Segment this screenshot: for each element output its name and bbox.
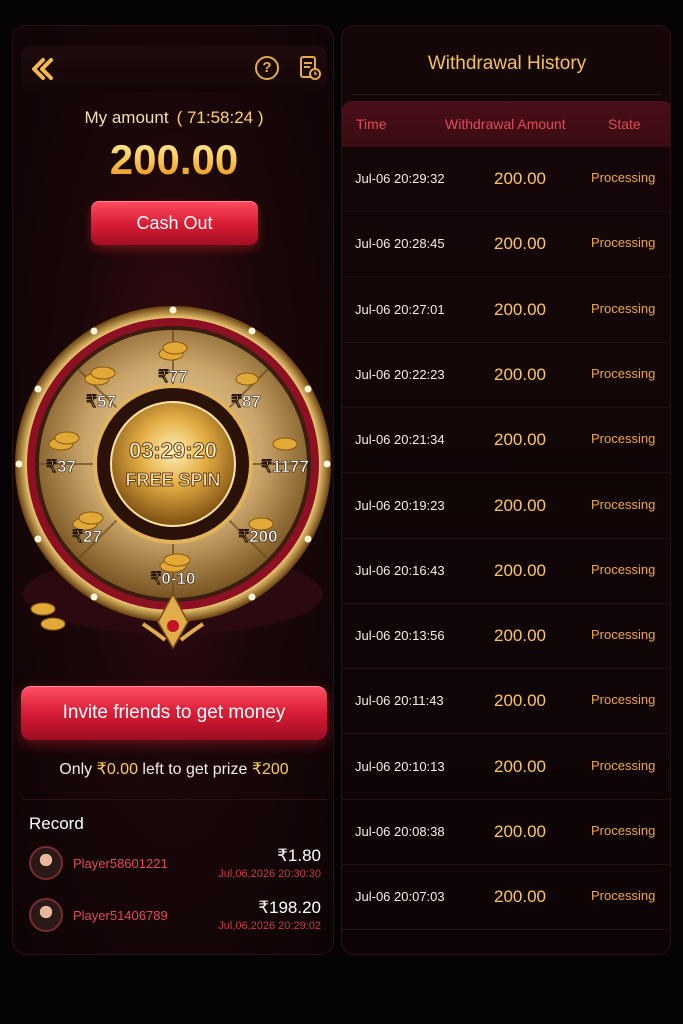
divider [21, 799, 327, 800]
record-title: Record [29, 814, 84, 833]
table-row: Jul-06 20:08:38 200.00 Processing [342, 800, 670, 865]
record-date: Jul,06,2026 20:30:30 [218, 868, 321, 880]
amount-value: 200.00 [13, 136, 333, 184]
table-row: Jul-06 20:27:01 200.00 Processing [342, 278, 670, 343]
table-row: Jul-06 20:28:45 200.00 Processing [342, 212, 670, 278]
table-row: Jul-06 20:13:56 200.00 Processing [342, 604, 670, 670]
prize-label-3: ₹1177 [261, 457, 309, 476]
divider [352, 94, 662, 95]
row-state: Processing [591, 365, 656, 381]
table-row: Jul-06 20:22:23 200.00 Processing [342, 343, 670, 408]
row-state: Processing [591, 692, 656, 708]
prize-wheel: ₹77 ₹87 ₹1177 ₹200 ₹0-10 ₹27 ₹37 ₹57 03:… [13, 294, 333, 674]
row-time: Jul-06 20:07:03 [355, 889, 445, 905]
help-icon[interactable]: ? [255, 56, 279, 80]
row-amount: 200.00 [494, 364, 546, 384]
row-amount: 200.00 [494, 560, 546, 580]
prize-target-amount: ₹200 [251, 761, 289, 778]
row-time: Jul-06 20:28:45 [355, 236, 445, 252]
table-row: Jul-06 20:07:03 200.00 Processing [342, 865, 670, 931]
row-state: Processing [591, 561, 656, 577]
row-amount: 200.00 [494, 495, 546, 515]
row-amount: 200.00 [494, 234, 546, 254]
table-row: Jul-06 20:11:43 200.00 Processing [342, 669, 670, 735]
history-title: Withdrawal History [427, 53, 587, 74]
prize-label-2: ₹87 [231, 392, 261, 411]
spin-panel: ? My amount ( 71:58:24 ) 200.00 Cash Out [12, 25, 334, 955]
record-player-name: Player58601221 [73, 856, 168, 871]
table-row: Jul-06 20:16:43 200.00 Processing [342, 539, 670, 604]
record-amount: ₹198.20 [258, 898, 321, 917]
record-row: Player58601221 ₹1.80 Jul,06,2026 20:30:3… [23, 842, 325, 886]
table-row: Jul-06 20:29:32 200.00 Processing [342, 147, 670, 212]
row-time: Jul-06 20:21:34 [355, 432, 445, 448]
spin-countdown: 03:29:20 [129, 438, 217, 463]
column-header-state: State [608, 116, 641, 132]
row-amount: 200.00 [494, 691, 546, 711]
row-amount: 200.00 [494, 822, 546, 841]
withdrawal-history-panel: Withdrawal History Time Withdrawal Amoun… [341, 25, 671, 955]
row-amount: 200.00 [494, 756, 546, 776]
avatar [29, 846, 63, 880]
row-time: Jul-06 20:27:01 [355, 301, 445, 317]
prize-middle: left to get prize [142, 761, 248, 778]
prize-label-5: ₹0-10 [151, 569, 196, 588]
back-chevron-icon[interactable] [29, 56, 59, 82]
row-amount: 200.00 [494, 626, 546, 646]
amount-timer: ( 71:58:24 ) [176, 108, 264, 127]
cash-out-button[interactable]: Cash Out [91, 201, 258, 245]
table-row: Jul-06 20:10:13 200.00 Processing [342, 735, 670, 800]
prize-label-1: ₹77 [158, 367, 188, 386]
table-row: Jul-06 20:21:34 200.00 Processing [342, 408, 670, 474]
row-state: Processing [591, 888, 656, 904]
amount-label: My amount [84, 108, 169, 127]
record-date: Jul,06,2026 20:29:02 [218, 920, 321, 932]
prize-label-8: ₹57 [86, 392, 116, 411]
row-state: Processing [591, 823, 656, 838]
record-player-name: Player51406789 [73, 908, 168, 923]
column-header-amount: Withdrawal Amount [445, 116, 566, 132]
top-bar: ? [21, 46, 327, 92]
prize-label-7: ₹37 [46, 457, 76, 476]
prize-prefix: Only [59, 761, 93, 778]
invite-friends-button[interactable]: Invite friends to get money [21, 686, 327, 740]
row-state: Processing [591, 627, 656, 643]
row-time: Jul-06 20:08:38 [355, 824, 445, 839]
prize-progress-text: Only ₹0.00 left to get prize ₹200 [13, 759, 333, 779]
history-document-icon[interactable] [299, 55, 321, 81]
row-time: Jul-06 20:29:32 [355, 171, 445, 186]
row-state: Processing [591, 170, 656, 185]
row-amount: 200.00 [494, 887, 546, 907]
row-amount: 200.00 [494, 430, 546, 450]
amount-label-line: My amount ( 71:58:24 ) [13, 108, 333, 128]
row-state: Processing [591, 235, 656, 251]
free-spin-label: FREE SPIN [125, 470, 220, 490]
row-amount: 200.00 [494, 299, 546, 319]
prize-left-amount: ₹0.00 [96, 761, 138, 778]
column-header-time: Time [356, 116, 387, 132]
row-state: Processing [591, 757, 656, 773]
row-amount: 200.00 [494, 169, 546, 188]
prize-label-4: ₹200 [238, 527, 277, 546]
record-amount: ₹1.80 [277, 846, 321, 865]
row-state: Processing [591, 300, 656, 316]
avatar [29, 898, 63, 932]
record-row: Player51406789 ₹198.20 Jul,06,2026 20:29… [23, 894, 325, 938]
row-time: Jul-06 20:22:23 [355, 366, 445, 382]
row-time: Jul-06 20:16:43 [355, 562, 445, 578]
table-row: Jul-06 20:19:23 200.00 Processing [342, 474, 670, 539]
table-header: Time Withdrawal Amount State [342, 101, 670, 147]
row-state: Processing [591, 431, 656, 447]
row-time: Jul-06 20:13:56 [355, 628, 445, 644]
prize-label-6: ₹27 [72, 527, 102, 546]
row-time: Jul-06 20:10:13 [355, 758, 445, 774]
free-spin-button[interactable] [110, 401, 236, 527]
row-time: Jul-06 20:11:43 [355, 693, 444, 709]
row-state: Processing [591, 496, 656, 512]
row-time: Jul-06 20:19:23 [355, 497, 445, 513]
